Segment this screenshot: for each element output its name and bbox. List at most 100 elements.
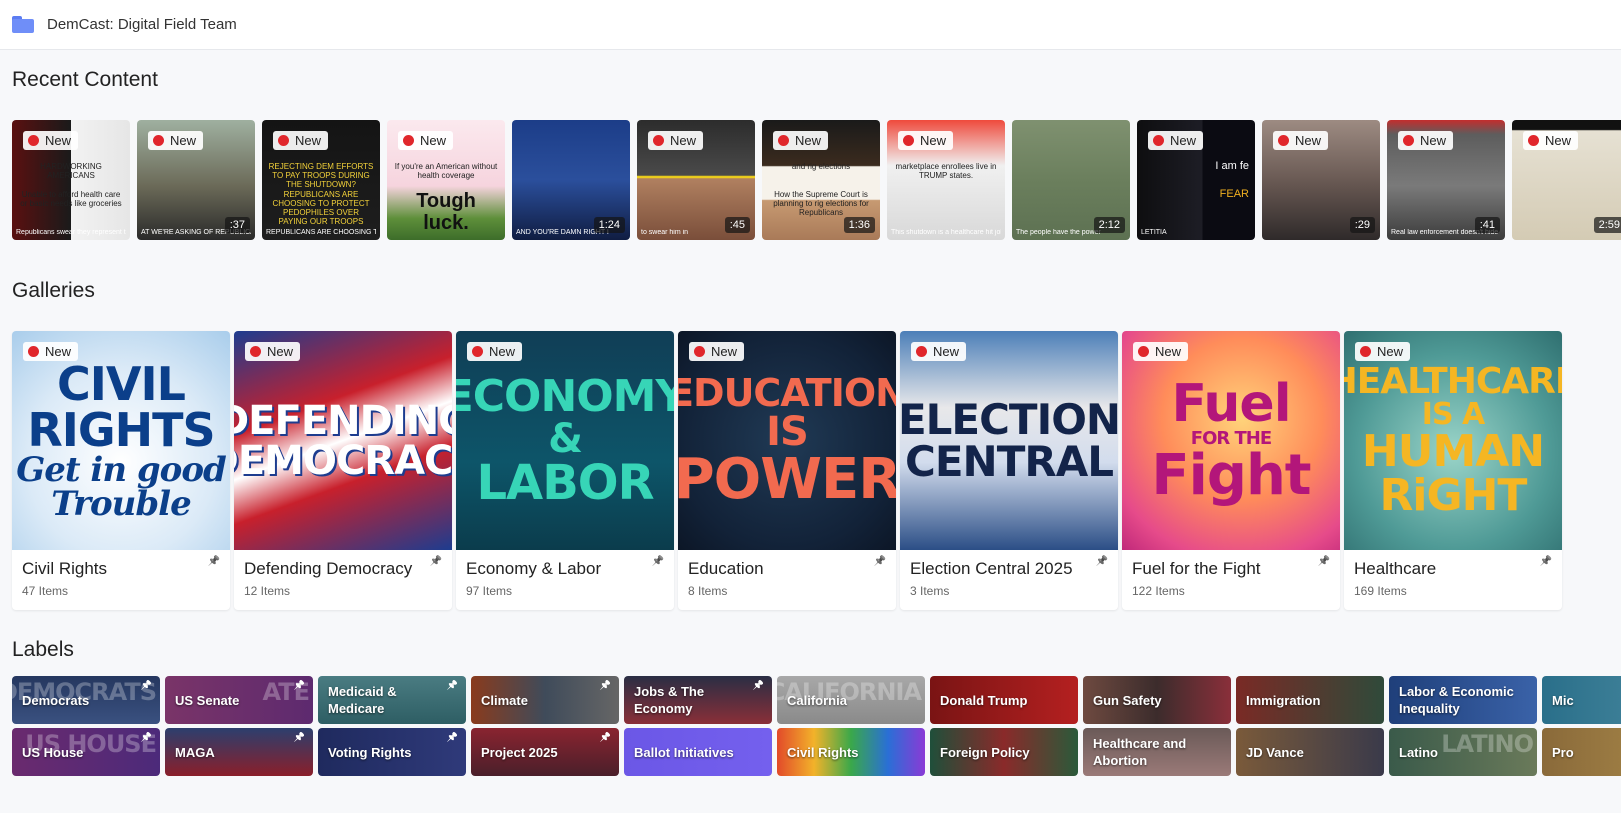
gallery-card[interactable]: ELECTION CENTRAL New Election Central 2025 3…: [900, 331, 1118, 610]
pin-icon[interactable]: 📌: [141, 732, 152, 743]
gallery-cover: CIVIL RIGHTS Get in good Trouble New: [12, 331, 230, 550]
cover-word: Fight: [1151, 442, 1311, 508]
pin-icon[interactable]: 📌: [652, 556, 664, 567]
cover-word: ECONOMY: [456, 370, 674, 422]
label-chip[interactable]: JD Vance: [1236, 728, 1384, 776]
label-name: MAGA: [175, 744, 215, 760]
new-badge: New: [689, 342, 745, 361]
thumbnail-caption: Republicans swear they represent the wor…: [16, 229, 126, 236]
label-chip[interactable]: Gun Safety: [1083, 676, 1231, 724]
pin-icon[interactable]: 📌: [294, 680, 305, 691]
label-chip[interactable]: Immigration: [1236, 676, 1384, 724]
label-chip[interactable]: LATINO Latino: [1389, 728, 1537, 776]
content-thumbnail[interactable]: and rig elections How the Supreme Court i…: [762, 120, 880, 240]
workspace-title[interactable]: DemCast: Digital Field Team: [47, 16, 237, 33]
content-thumbnail[interactable]: I am fe FEAR LETITIA New: [1137, 120, 1255, 240]
new-badge: New: [273, 131, 329, 150]
content-thumbnail[interactable]: REJECTING DEM EFFORTS TO PAY TROOPS DURI…: [262, 120, 380, 240]
gallery-card[interactable]: Fuel FOR THE Fight New Fuel for the Fight 122…: [1122, 331, 1340, 610]
label-chip[interactable]: US HOUSE US House 📌: [12, 728, 160, 776]
cover-word: ELECTION: [900, 394, 1118, 444]
gallery-cover-text: DEFENDINGDEMOCRACY: [234, 401, 452, 481]
content-thumbnail[interactable]: Real law enforcement doesn't hide New:41: [1387, 120, 1505, 240]
content-thumbnail[interactable]: The people have the power 2:12: [1012, 120, 1130, 240]
new-badge-label: New: [1545, 133, 1572, 148]
label-name: Jobs & The Economy: [634, 684, 705, 716]
cover-word: &: [548, 415, 583, 462]
pin-icon[interactable]: 📌: [753, 680, 764, 691]
red-dot-icon: [653, 135, 664, 146]
label-chip[interactable]: DEMOCRATS Democrats 📌: [12, 676, 160, 724]
content-thumbnail[interactable]: marketplace enrollees live in TRUMP stat…: [887, 120, 1005, 240]
label-chip[interactable]: Donald Trump: [930, 676, 1078, 724]
gallery-item-count: 12 Items: [244, 584, 291, 598]
label-chip[interactable]: Labor & Economic Inequality: [1389, 676, 1537, 724]
label-chip[interactable]: Voting Rights 📌: [318, 728, 466, 776]
label-name: US House: [22, 744, 84, 760]
cover-word: Get in good Trouble: [16, 449, 227, 524]
thumbnail-text: REPUBLICANS ARE CHOOSING TO PROTECT PEDO…: [272, 190, 370, 226]
label-chip[interactable]: Healthcare and Abortion: [1083, 728, 1231, 776]
new-badge: New: [148, 131, 204, 150]
label-chip[interactable]: Medicaid & Medicare 📌: [318, 676, 466, 724]
new-badge: New: [1523, 131, 1579, 150]
recent-content-heading: Recent Content: [12, 68, 158, 91]
red-dot-icon: [472, 346, 483, 357]
gallery-cover-text: EDUCATION IS POWER: [678, 374, 896, 508]
red-dot-icon: [250, 346, 261, 357]
label-chip[interactable]: Climate 📌: [471, 676, 619, 724]
label-chip[interactable]: Jobs & The Economy 📌: [624, 676, 772, 724]
label-chip[interactable]: ATE US Senate 📌: [165, 676, 313, 724]
gallery-card[interactable]: CIVIL RIGHTS Get in good Trouble New Civil R…: [12, 331, 230, 610]
content-thumbnail[interactable]: HARDWORKING AMERICANS Unable to afford he…: [12, 120, 130, 240]
label-name: Mic: [1552, 692, 1574, 708]
label-name: Civil Rights: [787, 744, 859, 760]
pin-icon[interactable]: 📌: [294, 732, 305, 743]
label-chip[interactable]: Civil Rights: [777, 728, 925, 776]
pin-icon[interactable]: 📌: [447, 680, 458, 691]
pin-icon[interactable]: 📌: [1318, 556, 1330, 567]
gallery-name: Education: [688, 559, 764, 578]
new-badge-label: New: [920, 133, 947, 148]
new-badge-label: New: [267, 344, 294, 359]
content-thumbnail[interactable]: New:29: [1262, 120, 1380, 240]
gallery-card[interactable]: DEFENDINGDEMOCRACY New Defending Democracy…: [234, 331, 452, 610]
gallery-card[interactable]: HEALTHCAREIS AHUMANRiGHTNewHealthcare169…: [1344, 331, 1562, 610]
pin-icon[interactable]: 📌: [600, 732, 611, 743]
label-chip[interactable]: Foreign Policy: [930, 728, 1078, 776]
gallery-cover: HEALTHCAREIS AHUMANRiGHTNew: [1344, 331, 1562, 550]
label-chip[interactable]: Pro: [1542, 728, 1621, 776]
content-thumbnail[interactable]: AT WE'RE ASKING OF REPUBLICANS RIGHT NNe…: [137, 120, 255, 240]
gallery-item-count: 3 Items: [910, 584, 950, 598]
content-thumbnail[interactable]: to swear him in New:45: [637, 120, 755, 240]
pin-icon[interactable]: 📌: [874, 556, 886, 567]
gallery-name: Defending Democracy: [244, 559, 413, 578]
pin-icon[interactable]: 📌: [430, 556, 442, 567]
pin-icon[interactable]: 📌: [600, 680, 611, 691]
content-thumbnail[interactable]: AND YOU'RE DAMN RIGHT I 1:24: [512, 120, 630, 240]
new-badge-label: New: [1377, 344, 1404, 359]
duration-label: 1:36: [843, 217, 875, 233]
cover-word: LABOR: [476, 454, 654, 511]
new-badge: New: [398, 131, 454, 150]
thumbnail-text: HARDWORKING AMERICANS: [40, 162, 102, 180]
content-thumbnail[interactable]: If you're an American without health cov…: [387, 120, 505, 240]
label-name: California: [787, 692, 847, 708]
red-dot-icon: [778, 135, 789, 146]
pin-icon[interactable]: 📌: [208, 556, 220, 567]
content-thumbnail[interactable]: New 2:59: [1512, 120, 1621, 240]
label-chip[interactable]: CALIFORNIA California: [777, 676, 925, 724]
pin-icon[interactable]: 📌: [1096, 556, 1108, 567]
gallery-cover: ECONOMY & LABOR New: [456, 331, 674, 550]
label-chip[interactable]: Mic: [1542, 676, 1621, 724]
pin-icon[interactable]: 📌: [1540, 556, 1552, 567]
label-chip[interactable]: Project 2025 📌: [471, 728, 619, 776]
label-chip[interactable]: Ballot Initiatives: [624, 728, 772, 776]
pin-icon[interactable]: 📌: [141, 680, 152, 691]
gallery-card[interactable]: ECONOMY & LABOR New Economy & Labor 97 Items 📌: [456, 331, 674, 610]
pin-icon[interactable]: 📌: [447, 732, 458, 743]
new-badge: New: [23, 131, 79, 150]
new-badge: New: [911, 342, 967, 361]
label-chip[interactable]: MAGA 📌: [165, 728, 313, 776]
gallery-card[interactable]: EDUCATION IS POWER New Education 8 Items 📌: [678, 331, 896, 610]
